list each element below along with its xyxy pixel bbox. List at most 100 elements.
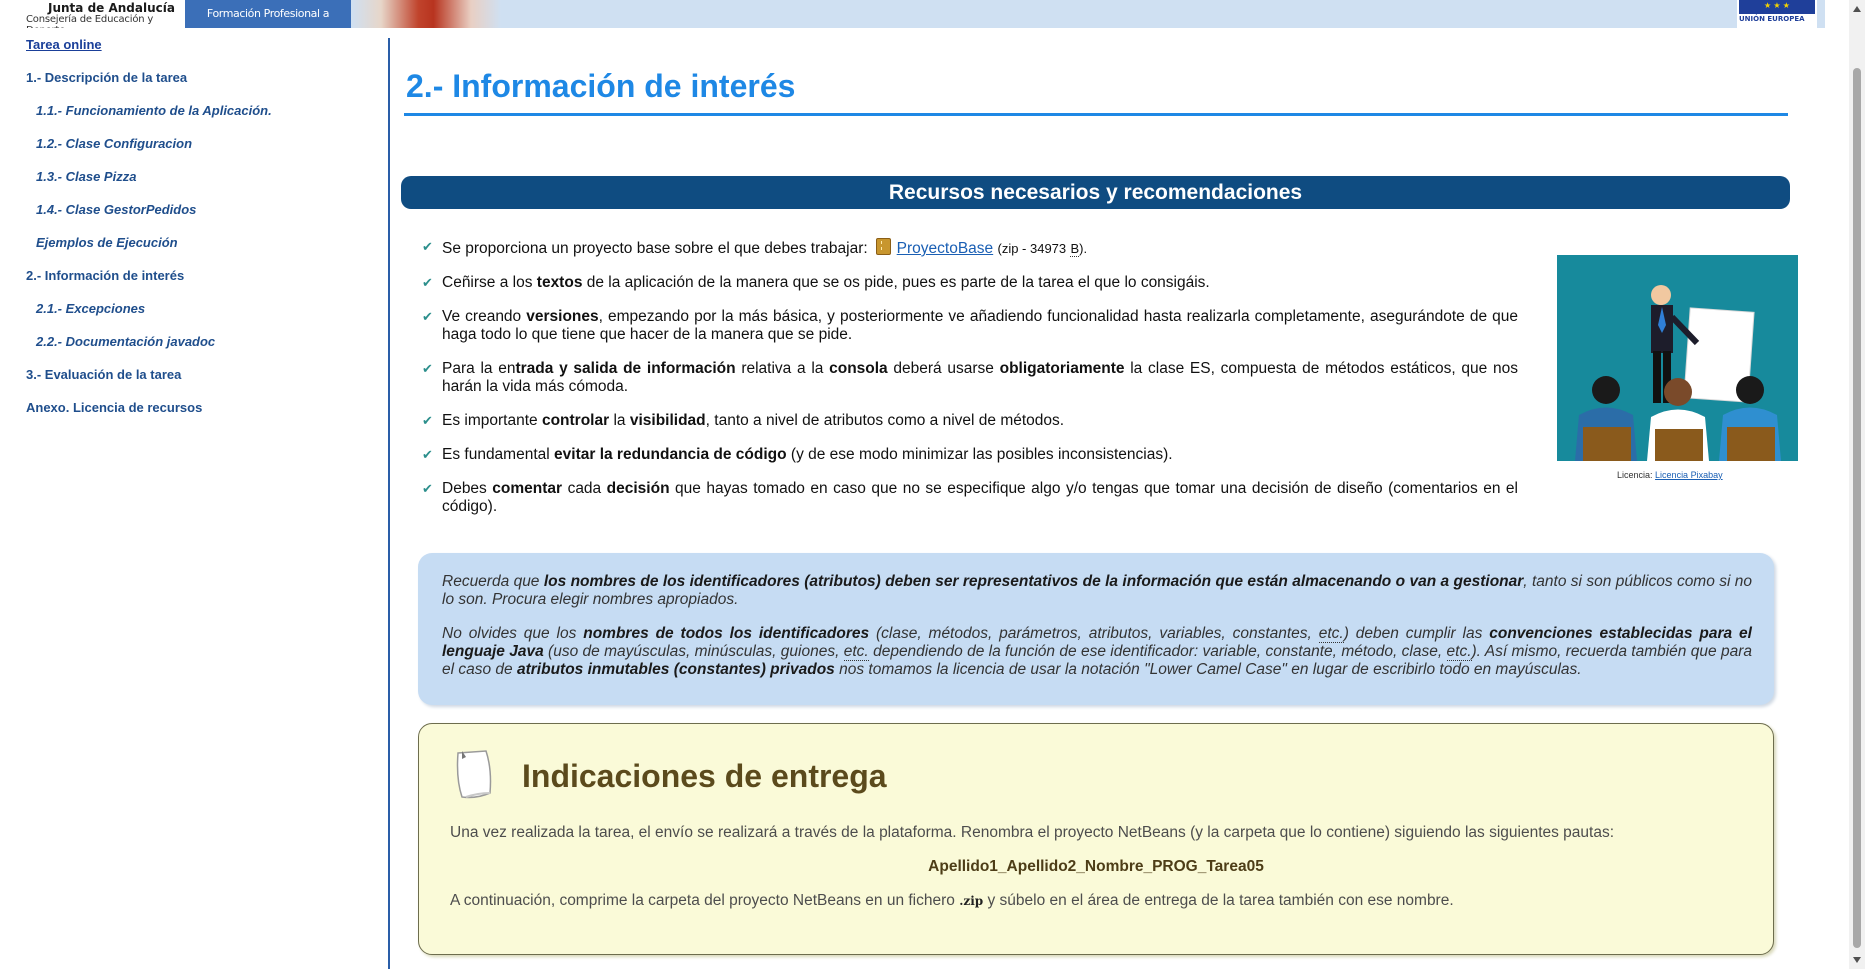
sidebar-item-anexo[interactable]: Anexo. Licencia de recursos — [26, 400, 202, 415]
bullet-emphasis: controlar — [541, 412, 610, 429]
note-text: dependiendo de la función de ese identif… — [873, 643, 1443, 660]
paper-note-icon — [452, 749, 496, 801]
site-header: Junta de Andalucía Consejería de Educaci… — [0, 0, 1825, 28]
etc-abbr: etc. — [1446, 643, 1472, 661]
checkmark-icon: ✔ — [422, 239, 433, 254]
note-text: (clase, métodos, parámetros, atributos, … — [876, 625, 1312, 642]
bullet-emphasis: visibilidad — [629, 412, 706, 429]
note-emphasis: atributos inmutables (constantes) privad… — [516, 661, 835, 678]
etc-abbr: etc. — [843, 643, 869, 661]
bullet-emphasis: obligatoriamente — [999, 360, 1125, 377]
file-size-prefix: (zip - 34973 — [997, 241, 1067, 256]
note-emphasis: nombres de todos los identificadores — [583, 625, 870, 642]
checkmark-icon: ✔ — [422, 481, 433, 496]
bullet-text: (y de ese modo minimizar las posibles in… — [790, 446, 1173, 463]
program-banner: Formación Profesional a Distancia — [185, 0, 351, 28]
bullet-text: Es importante — [442, 412, 538, 429]
title-underline — [404, 113, 1788, 116]
list-item: ✔ Ceñirse a los textos de la aplicación … — [422, 274, 1518, 292]
junta-logo: Junta de Andalucía Consejería de Educaci… — [0, 0, 185, 28]
bullet-emphasis: trada y salida de información — [515, 360, 736, 377]
sidebar-item-excepciones[interactable]: 2.1.- Excepciones — [36, 301, 145, 316]
delivery-instructions-text: Una vez realizada la tarea, el envío se … — [450, 824, 1615, 841]
delivery-text: y súbelo en el área de entrega de la tar… — [987, 892, 1454, 909]
bullet-text: Se proporciona un proyecto base sobre el… — [442, 240, 868, 257]
bullet-text: Ceñirse a los — [442, 274, 533, 291]
bullet-emphasis: evitar la redundancia de código — [554, 446, 787, 463]
bullet-text: relativa a la — [741, 360, 824, 377]
proyecto-base-link[interactable]: ProyectoBase — [897, 240, 994, 257]
list-item: ✔ Es importante controlar la visibilidad… — [422, 412, 1518, 430]
bullet-text: Para la en — [442, 360, 516, 377]
bullet-emphasis: consola — [829, 360, 888, 377]
bullet-emphasis: comentar — [492, 480, 563, 497]
sidebar-divider — [388, 38, 390, 969]
bullet-text: Es fundamental — [442, 446, 550, 463]
sidebar-item-descripcion[interactable]: 1.- Descripción de la tarea — [26, 70, 187, 85]
delivery-compress-text: A continuación, comprime la carpeta del … — [450, 892, 1454, 910]
bullet-text: deberá usarse — [893, 360, 994, 377]
page-title: 2.- Información de interés — [406, 68, 796, 104]
sidebar-item-javadoc[interactable]: 2.2.- Documentación javadoc — [36, 334, 215, 349]
reminder-paragraph: Recuerda que los nombres de los identifi… — [442, 573, 1752, 609]
eu-label: UNIÓN EUROPEA — [1739, 15, 1805, 23]
checkmark-icon: ✔ — [422, 447, 433, 462]
presentation-illustration — [1557, 255, 1798, 461]
delivery-title: Indicaciones de entrega — [522, 758, 887, 794]
bullet-text: que hayas tomado en caso que no se espec… — [442, 480, 1518, 515]
note-text: Recuerda que — [442, 573, 540, 590]
bullet-emphasis: decisión — [606, 480, 670, 497]
note-text: ) deben cumplir las — [1343, 625, 1483, 642]
scroll-thumb[interactable] — [1853, 68, 1861, 948]
scroll-down-arrow-icon[interactable] — [1853, 957, 1861, 963]
checkmark-icon: ✔ — [422, 361, 433, 376]
sidebar-item-tarea-online[interactable]: Tarea online — [26, 37, 102, 52]
org-title: Junta de Andalucía — [48, 1, 175, 15]
bullet-emphasis: textos — [536, 274, 583, 291]
sidebar-item-configuracion[interactable]: 1.2.- Clase Configuracion — [36, 136, 192, 151]
list-item: ✔ Para la entrada y salida de informació… — [422, 360, 1518, 396]
bullet-text: Ve creando — [442, 308, 522, 325]
note-text: (uso de mayúsculas, minúsculas, guiones, — [548, 643, 840, 660]
eu-flag-icon: ★ ★ ★ — [1739, 0, 1815, 14]
filename-pattern: Apellido1_Apellido2_Nombre_PROG_Tarea05 — [928, 858, 1264, 875]
sidebar-item-informacion[interactable]: 2.- Información de interés — [26, 268, 184, 283]
caption-label: Licencia: — [1617, 470, 1653, 480]
file-size-unit: B — [1070, 241, 1080, 257]
bullet-text: cada — [567, 480, 602, 497]
list-item: ✔ Es fundamental evitar la redundancia d… — [422, 446, 1518, 464]
scroll-up-arrow-icon[interactable] — [1853, 6, 1861, 12]
etc-abbr: etc. — [1318, 625, 1344, 643]
list-item: ✔ Ve creando versiones, empezando por la… — [422, 308, 1518, 344]
section-heading: Recursos necesarios y recomendaciones — [401, 176, 1790, 209]
sidebar-item-pizza[interactable]: 1.3.- Clase Pizza — [36, 169, 136, 184]
bullet-text: Debes — [442, 480, 487, 497]
bullet-text: , tanto a nivel de atributos como a nive… — [705, 412, 1065, 429]
eu-logo: ★ ★ ★ UNIÓN EUROPEA — [1737, 0, 1817, 28]
sidebar-item-gestorpedidos[interactable]: 1.4.- Clase GestorPedidos — [36, 202, 196, 217]
note-emphasis: los nombres de los identificadores (atri… — [543, 573, 1524, 590]
license-link[interactable]: Licencia Pixabay — [1655, 470, 1723, 480]
bullet-text: de la aplicación de la manera que se os … — [586, 274, 1210, 291]
sidebar-item-ejemplos[interactable]: Ejemplos de Ejecución — [36, 235, 178, 250]
zip-file-icon — [875, 238, 891, 255]
note-text: nos tomamos la licencia de usar la notac… — [839, 661, 1582, 678]
checkmark-icon: ✔ — [422, 275, 433, 290]
zip-extension: .zip — [959, 894, 984, 908]
conventions-paragraph: No olvides que los nombres de todos los … — [442, 625, 1752, 679]
checkmark-icon: ✔ — [422, 413, 433, 428]
image-caption: Licencia: Licencia Pixabay — [1617, 470, 1723, 480]
sidebar-nav: Tarea online 1.- Descripción de la tarea… — [0, 28, 388, 969]
note-text: No olvides que los — [442, 625, 577, 642]
delivery-text: A continuación, comprime la carpeta del … — [450, 892, 955, 909]
recommendations-list: ✔ Se proporciona un proyecto base sobre … — [422, 238, 1518, 532]
sidebar-item-evaluacion[interactable]: 3.- Evaluación de la tarea — [26, 367, 181, 382]
sidebar-item-funcionamiento[interactable]: 1.1.- Funcionamiento de la Aplicación. — [36, 103, 272, 118]
bullet-emphasis: versiones — [526, 308, 599, 325]
list-item: ✔ Debes comentar cada decisión que hayas… — [422, 480, 1518, 516]
file-size-suffix: ). — [1079, 241, 1088, 256]
header-photo — [351, 0, 501, 28]
bullet-text: la — [613, 412, 626, 429]
list-item: ✔ Se proporciona un proyecto base sobre … — [422, 238, 1518, 258]
bullet-text: , empezando por la más básica, y posteri… — [442, 308, 1518, 343]
